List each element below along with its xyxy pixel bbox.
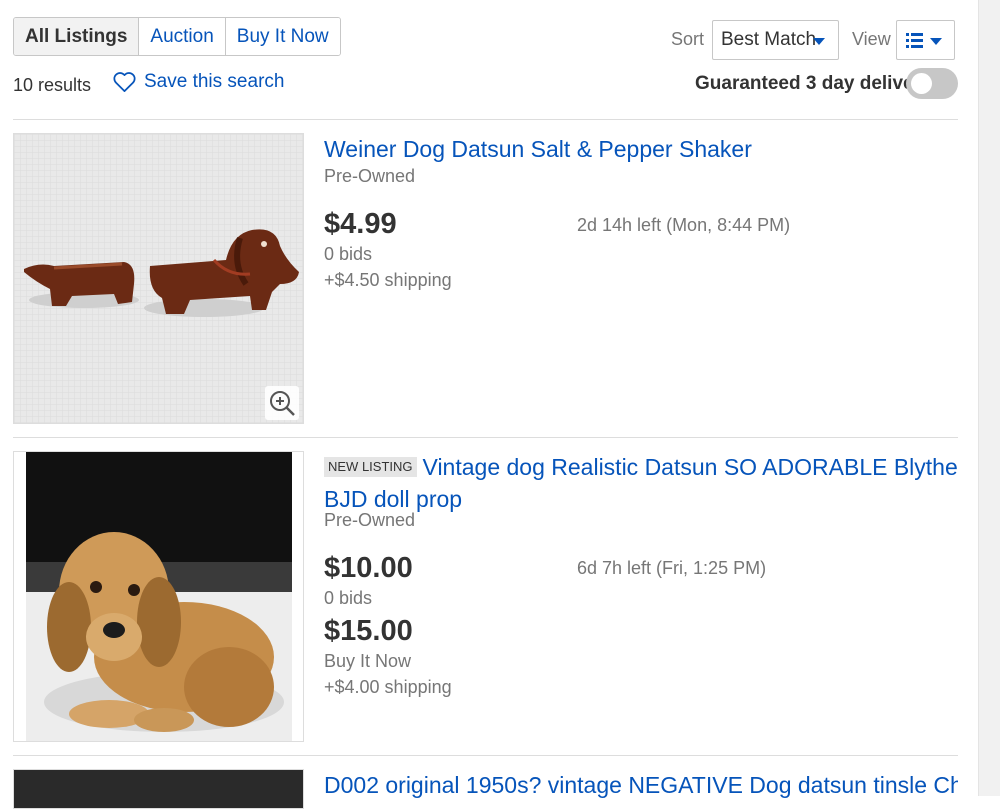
listing-title-link[interactable]: D002 original 1950s? vintage NEGATIVE Do… — [324, 769, 958, 801]
save-search-label: Save this search — [144, 71, 285, 92]
listing-title-text: Vintage dog Realistic Datsun SO ADORABLE… — [324, 454, 958, 512]
chevron-down-icon — [930, 38, 942, 45]
listing-image-negative[interactable] — [13, 769, 304, 809]
tab-buy-it-now[interactable]: Buy It Now — [224, 18, 340, 55]
divider — [13, 119, 958, 120]
listing-shipping: +$4.50 shipping — [324, 270, 452, 290]
shaker-photo — [14, 134, 303, 423]
listing-price: $10.00 — [324, 552, 413, 584]
list-view-icon — [906, 33, 923, 48]
view-label: View — [852, 29, 891, 49]
guaranteed-delivery-toggle[interactable] — [906, 68, 958, 99]
listing-title-link[interactable]: Weiner Dog Datsun Salt & Pepper Shaker — [324, 133, 958, 165]
heart-icon — [113, 72, 136, 92]
sort-select[interactable]: Best Match — [712, 20, 839, 60]
tab-all-listings[interactable]: All Listings — [14, 18, 139, 55]
toy-dog-photo — [26, 452, 292, 741]
save-search-link[interactable]: Save this search — [113, 71, 284, 93]
listing-condition: Pre-Owned — [324, 166, 416, 186]
listing-bin-price: $15.00 — [324, 615, 413, 647]
listing-condition: Pre-Owned — [324, 510, 416, 530]
new-listing-badge: NEW LISTING — [324, 457, 417, 477]
listing-time-left: 6d 7h left (Fri, 1:25 PM) — [577, 558, 767, 578]
tab-auction[interactable]: Auction — [138, 18, 225, 55]
guaranteed-delivery-label: Guaranteed 3 day delivery — [695, 73, 932, 94]
listing-bids: 0 bids — [324, 244, 373, 264]
listing-price: $4.99 — [324, 208, 397, 240]
divider — [13, 755, 958, 756]
listing-title-link[interactable]: NEW LISTING Vintage dog Realistic Datsun … — [324, 451, 958, 515]
zoom-in-icon — [270, 391, 295, 416]
divider — [13, 437, 958, 438]
listing-bids: 0 bids — [324, 588, 373, 608]
toggle-knob — [911, 73, 932, 94]
listing-time-left: 2d 14h left (Mon, 8:44 PM) — [577, 215, 791, 235]
listing-image-dachshund-shakers[interactable] — [13, 133, 304, 424]
results-count: 10 results — [13, 75, 92, 95]
listing-bin-label: Buy It Now — [324, 651, 412, 671]
chevron-down-icon — [813, 38, 825, 45]
sort-label: Sort — [671, 29, 705, 49]
listing-shipping: +$4.00 shipping — [324, 677, 452, 697]
listing-type-tabs: All Listings Auction Buy It Now — [13, 17, 341, 56]
scrollbar[interactable] — [978, 0, 1000, 796]
listing-image-toy-dog[interactable] — [13, 451, 304, 742]
zoom-button[interactable] — [265, 386, 299, 420]
sort-value: Best Match — [721, 29, 817, 50]
view-toggle-button[interactable] — [896, 20, 955, 60]
